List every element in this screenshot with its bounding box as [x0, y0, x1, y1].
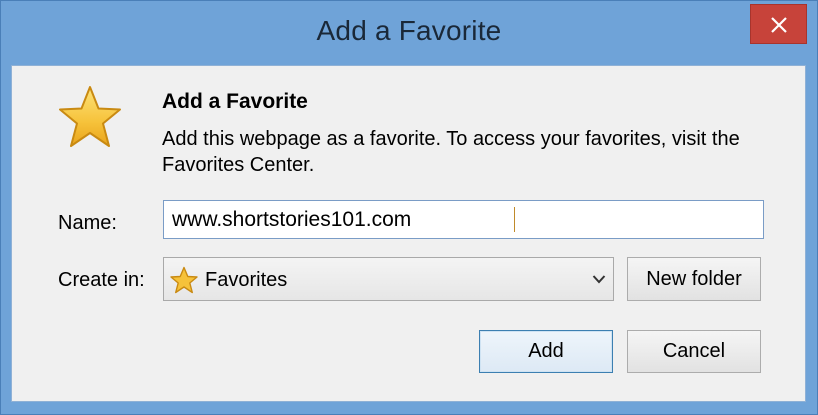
create-in-label: Create in:: [58, 269, 145, 291]
new-folder-button-label: New folder: [646, 268, 742, 290]
add-button[interactable]: Add: [479, 330, 613, 373]
text-caret: [514, 207, 515, 232]
dialog-body: Add a Favorite Add this webpage as a fav…: [11, 65, 806, 402]
cancel-button[interactable]: Cancel: [627, 330, 761, 373]
cancel-button-label: Cancel: [662, 340, 726, 362]
dialog-heading: Add a Favorite: [162, 90, 308, 113]
chevron-down-icon[interactable]: [592, 274, 606, 284]
close-icon: [771, 17, 787, 33]
close-button[interactable]: [750, 4, 807, 44]
star-icon: [59, 86, 121, 147]
create-in-select[interactable]: Favorites: [163, 257, 614, 301]
new-folder-button[interactable]: New folder: [627, 257, 761, 301]
create-in-value: Favorites: [205, 269, 288, 291]
name-label: Name:: [58, 212, 117, 234]
add-favorite-dialog: Add a Favorite Add a Favorite Add this w…: [0, 0, 818, 415]
title-bar[interactable]: Add a Favorite: [1, 1, 817, 65]
name-input[interactable]: [163, 200, 764, 239]
window-title: Add a Favorite: [316, 15, 502, 46]
star-icon: [170, 266, 198, 294]
dialog-description: Add this webpage as a favorite. To acces…: [162, 128, 740, 176]
add-button-label: Add: [528, 340, 564, 362]
